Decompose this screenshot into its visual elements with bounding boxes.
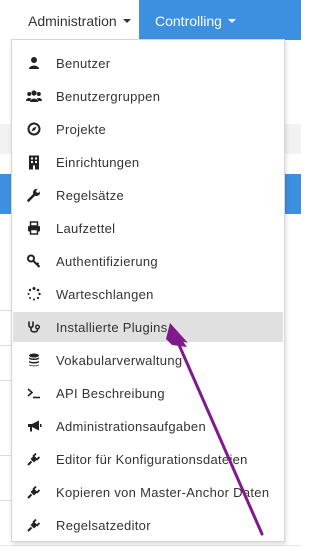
nav-controlling-label: Controlling: [155, 13, 222, 29]
menu-item-label: Benutzergruppen: [56, 89, 161, 104]
users-icon: [26, 88, 42, 104]
menu-item-administrationsaufgaben[interactable]: Administrationsaufgaben: [13, 411, 283, 441]
menu-item-authentifizierung[interactable]: Authentifizierung: [13, 246, 283, 276]
user-icon: [26, 55, 42, 71]
menu-item-label: Einrichtungen: [56, 155, 140, 170]
menu-item-label: Benutzer: [56, 56, 111, 71]
menu-item-kopieren-master-anchor[interactable]: Kopieren von Master-Anchor Daten: [13, 477, 283, 507]
menu-item-benutzergruppen[interactable]: Benutzergruppen: [13, 81, 283, 111]
menu-item-label: Kopieren von Master-Anchor Daten: [56, 485, 270, 500]
menu-item-api-beschreibung[interactable]: API Beschreibung: [13, 378, 283, 408]
menu-item-label: Warteschlangen: [56, 287, 154, 302]
menu-item-laufzettel[interactable]: Laufzettel: [13, 213, 283, 243]
print-icon: [26, 220, 42, 236]
nav-administration[interactable]: Administration: [12, 0, 139, 40]
menu-item-label: Laufzettel: [56, 221, 116, 236]
menu-item-label: API Beschreibung: [56, 386, 165, 401]
background-row: [285, 124, 301, 154]
menu-item-label: Regelsätze: [56, 188, 125, 203]
menu-item-installierte-plugins[interactable]: Installierte Plugins: [13, 312, 283, 342]
menu-item-label: Projekte: [56, 122, 107, 137]
bullhorn-icon: [26, 418, 42, 434]
nav-controlling[interactable]: Controlling: [139, 0, 301, 40]
terminal-icon: [26, 385, 42, 401]
spinner-icon: [26, 286, 42, 302]
building-icon: [26, 154, 42, 170]
menu-item-editor-konfigurationsdateien[interactable]: Editor für Konfigurationsdateien: [13, 444, 283, 474]
background-divider: [0, 545, 301, 546]
plug-icon: [26, 517, 42, 533]
compass-icon: [26, 121, 42, 137]
caret-down-icon: [122, 19, 131, 24]
wrench-icon: [26, 187, 42, 203]
menu-item-regelsaetze[interactable]: Regelsätze: [13, 180, 283, 210]
administration-dropdown-menu: Benutzer Benutzergruppen Projekte Einric…: [11, 39, 285, 542]
menu-item-label: Vokabularverwaltung: [56, 353, 183, 368]
menu-item-einrichtungen[interactable]: Einrichtungen: [13, 147, 283, 177]
menu-item-label: Administrationsaufgaben: [56, 419, 206, 434]
caret-down-icon: [227, 19, 236, 24]
menu-item-regelsatzeditor[interactable]: Regelsatzeditor: [13, 510, 283, 540]
menu-item-benutzer[interactable]: Benutzer: [13, 48, 283, 78]
menu-item-label: Regelsatzeditor: [56, 518, 151, 533]
background-header-band: [285, 174, 301, 214]
menu-item-projekte[interactable]: Projekte: [13, 114, 283, 144]
plug-icon: [26, 451, 42, 467]
menu-item-vokabularverwaltung[interactable]: Vokabularverwaltung: [13, 345, 283, 375]
key-icon: [26, 253, 42, 269]
menu-item-warteschlangen[interactable]: Warteschlangen: [13, 279, 283, 309]
menu-item-label: Authentifizierung: [56, 254, 158, 269]
stethoscope-icon: [26, 319, 42, 335]
menu-item-label: Editor für Konfigurationsdateien: [56, 452, 248, 467]
nav-administration-label: Administration: [28, 13, 117, 29]
top-navbar: Administration Controlling: [0, 0, 301, 40]
database-icon: [26, 352, 42, 368]
menu-item-label: Installierte Plugins: [56, 320, 168, 335]
plug-icon: [26, 484, 42, 500]
